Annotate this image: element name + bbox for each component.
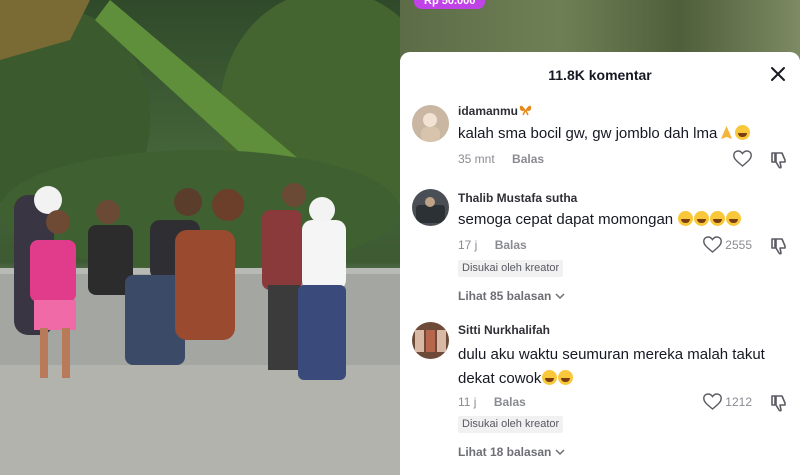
dislike-icon[interactable] [770, 151, 788, 169]
username-text: idamanmu [458, 104, 519, 118]
like-count: 1212 [725, 394, 752, 409]
comment-username[interactable]: Thalib Mustafa sutha [458, 191, 577, 205]
comment-text-content: dulu aku waktu seumuran mereka malah tak… [458, 346, 765, 387]
reply-button[interactable]: Balas [494, 395, 526, 409]
folded-hands-icon [721, 126, 733, 139]
comment-time: 11 j [458, 395, 477, 409]
comment-username[interactable]: Sitti Nurkhalifah [458, 323, 550, 337]
video-background: Rp 50.000 [400, 0, 800, 60]
laughing-face-icon [678, 211, 694, 226]
comment-text-content: semoga cepat dapat momongan [458, 211, 674, 228]
photo-scene [0, 0, 400, 475]
avatar[interactable] [412, 322, 449, 359]
chevron-down-icon [555, 293, 565, 300]
avatar[interactable] [412, 105, 449, 142]
comment-text: kalah sma bocil gw, gw jomblo dah lma [458, 122, 790, 146]
dislike-icon[interactable] [770, 237, 788, 255]
heart-icon [733, 150, 752, 167]
rolling-laughing-face-icon [710, 211, 726, 226]
like-count: 2555 [725, 237, 752, 252]
like-button[interactable] [733, 150, 752, 167]
comment-text: semoga cepat dapat momongan [458, 208, 790, 232]
heart-icon [703, 393, 723, 410]
chevron-down-icon [555, 449, 565, 456]
comment-time: 35 mnt [458, 152, 495, 166]
comment-meta: 35 mnt Balas [458, 152, 544, 166]
comments-sheet: 11.8K komentar idamanmu kalah sma bocil … [400, 52, 800, 475]
rolling-laughing-face-icon [726, 211, 742, 226]
dislike-icon[interactable] [770, 394, 788, 412]
comment-meta: 17 j Balas [458, 238, 527, 252]
reply-button[interactable]: Balas [512, 152, 544, 166]
view-replies-button[interactable]: Lihat 85 balasan [458, 289, 565, 303]
like-button[interactable]: 1212 [703, 393, 752, 410]
comments-panel: Rp 50.000 11.8K komentar idamanmu kalah … [400, 0, 800, 475]
comment-text-content: kalah sma bocil gw, gw jomblo dah lma [458, 125, 718, 142]
comment-time: 17 j [458, 238, 478, 252]
laughing-face-icon [694, 211, 710, 226]
smiling-face-icon [735, 125, 751, 140]
avatar[interactable] [412, 189, 449, 226]
creator-liked-badge: Disukai oleh kreator [458, 416, 564, 433]
laughing-face-icon [558, 370, 574, 385]
comment-meta: 11 j Balas [458, 395, 526, 409]
comment-text: dulu aku waktu seumuran mereka malah tak… [458, 343, 790, 391]
close-icon[interactable] [768, 64, 788, 84]
gift-badge: Rp 50.000 [414, 0, 486, 9]
video-photo [0, 0, 400, 475]
heart-icon [703, 236, 723, 253]
laughing-face-icon [542, 370, 558, 385]
view-replies-label: Lihat 18 balasan [458, 445, 552, 459]
comment-username[interactable]: idamanmu [458, 104, 532, 118]
creator-liked-badge: Disukai oleh kreator [458, 260, 564, 277]
like-button[interactable]: 2555 [703, 236, 752, 253]
view-replies-button[interactable]: Lihat 18 balasan [458, 445, 565, 459]
view-replies-label: Lihat 85 balasan [458, 289, 552, 303]
comments-count-title: 11.8K komentar [548, 67, 652, 83]
butterfly-icon [519, 105, 532, 116]
reply-button[interactable]: Balas [495, 238, 527, 252]
